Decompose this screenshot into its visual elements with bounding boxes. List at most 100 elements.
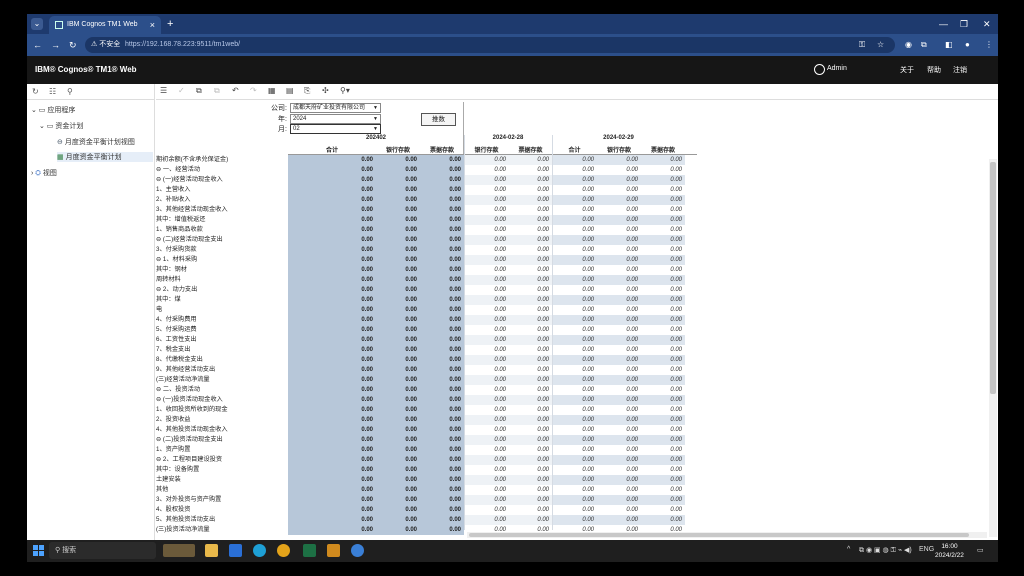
- column-header[interactable]: 合计: [288, 145, 376, 154]
- grid-cell[interactable]: 0.00: [376, 365, 420, 375]
- grid-cell[interactable]: 0.00: [464, 165, 509, 175]
- grid-cell[interactable]: 0.00: [641, 275, 685, 285]
- tab-menu-chevron-icon[interactable]: ⌄: [31, 18, 43, 30]
- grid-cell[interactable]: 0.00: [552, 505, 597, 515]
- grid-cell[interactable]: 0.00: [464, 365, 509, 375]
- grid-cell[interactable]: 0.00: [641, 425, 685, 435]
- copy-icon[interactable]: ⧉: [196, 86, 202, 96]
- grid-cell[interactable]: 0.00: [552, 335, 597, 345]
- grid-cell[interactable]: 0.00: [509, 415, 552, 425]
- grid-cell[interactable]: 0.00: [464, 315, 509, 325]
- calc-button[interactable]: 推数: [421, 113, 456, 126]
- grid-cell[interactable]: 0.00: [376, 205, 420, 215]
- grid-cell[interactable]: 0.00: [509, 225, 552, 235]
- grid-cell[interactable]: 0.00: [464, 355, 509, 365]
- row-label[interactable]: ⊖ 2、动力支出: [156, 285, 288, 295]
- grid-cell[interactable]: 0.00: [288, 495, 376, 505]
- grid-cell[interactable]: 0.00: [288, 275, 376, 285]
- grid-cell[interactable]: 0.00: [464, 235, 509, 245]
- sidebar-item-applications[interactable]: ⌄ ▭ 应用程序: [31, 105, 75, 115]
- grid-cell[interactable]: 0.00: [597, 495, 641, 505]
- grid-cell[interactable]: 0.00: [641, 235, 685, 245]
- grid-cell[interactable]: 0.00: [509, 425, 552, 435]
- grid-cell[interactable]: 0.00: [509, 405, 552, 415]
- grid-cell[interactable]: 0.00: [597, 385, 641, 395]
- maximize-icon[interactable]: ❐: [960, 16, 968, 32]
- grid-cell[interactable]: 0.00: [641, 315, 685, 325]
- grid-cell[interactable]: 0.00: [376, 185, 420, 195]
- grid-cell[interactable]: 0.00: [552, 235, 597, 245]
- file-explorer-icon[interactable]: [205, 544, 218, 557]
- row-label[interactable]: 8、代缴税金支出: [156, 355, 288, 365]
- column-header[interactable]: 票据存款: [420, 145, 464, 154]
- row-label[interactable]: (三)经营活动净流量: [156, 375, 288, 385]
- grid-cell[interactable]: 0.00: [597, 195, 641, 205]
- grid-cell[interactable]: 0.00: [420, 215, 464, 225]
- filter-icon[interactable]: ⚲: [67, 87, 73, 96]
- grid-cell[interactable]: 0.00: [420, 235, 464, 245]
- sidebar-toggle-icon[interactable]: ◧: [945, 38, 953, 52]
- paste-icon[interactable]: ⧉: [214, 86, 220, 96]
- grid-cell[interactable]: 0.00: [464, 205, 509, 215]
- row-label[interactable]: 3、付采购货款: [156, 245, 288, 255]
- minimize-icon[interactable]: —: [939, 16, 948, 32]
- grid-cell[interactable]: 0.00: [420, 375, 464, 385]
- grid-cell[interactable]: 0.00: [509, 305, 552, 315]
- grid-cell[interactable]: 0.00: [288, 455, 376, 465]
- new-tab-button[interactable]: +: [167, 16, 173, 32]
- grid-cell[interactable]: 0.00: [552, 155, 597, 165]
- grid-cell[interactable]: 0.00: [597, 205, 641, 215]
- grid-cell[interactable]: 0.00: [464, 475, 509, 485]
- grid-cell[interactable]: 0.00: [288, 255, 376, 265]
- grid-cell[interactable]: 0.00: [641, 175, 685, 185]
- grid-cell[interactable]: 0.00: [288, 155, 376, 165]
- grid-cell[interactable]: 0.00: [552, 445, 597, 455]
- grid-cell[interactable]: 0.00: [509, 475, 552, 485]
- row-label[interactable]: 5、其他投资活动支出: [156, 515, 288, 525]
- grid-cell[interactable]: 0.00: [641, 395, 685, 405]
- list-icon[interactable]: ☷: [49, 87, 56, 96]
- row-label[interactable]: ⊖ (一)投资活动现金收入: [156, 395, 288, 405]
- profile-icon[interactable]: ●: [965, 38, 970, 52]
- grid-cell[interactable]: 0.00: [641, 335, 685, 345]
- grid-cell[interactable]: 0.00: [376, 525, 420, 535]
- grid-cell[interactable]: 0.00: [376, 315, 420, 325]
- grid-cell[interactable]: 0.00: [509, 365, 552, 375]
- grid-cell[interactable]: 0.00: [509, 165, 552, 175]
- grid-cell[interactable]: 0.00: [597, 305, 641, 315]
- undo-icon[interactable]: ↶: [232, 86, 239, 95]
- horizontal-scrollbar[interactable]: [467, 532, 987, 538]
- grid-cell[interactable]: 0.00: [552, 175, 597, 185]
- grid-cell[interactable]: 0.00: [552, 345, 597, 355]
- grid-cell[interactable]: 0.00: [376, 495, 420, 505]
- grid-cell[interactable]: 0.00: [376, 465, 420, 475]
- row-label[interactable]: (三)投资活动净流量: [156, 525, 288, 535]
- grid-cell[interactable]: 0.00: [641, 255, 685, 265]
- grid-cell[interactable]: 0.00: [464, 335, 509, 345]
- grid-cell[interactable]: 0.00: [464, 265, 509, 275]
- grid-cell[interactable]: 0.00: [288, 235, 376, 245]
- grid-cell[interactable]: 0.00: [552, 415, 597, 425]
- row-label[interactable]: 4、股权投资: [156, 505, 288, 515]
- grid-cell[interactable]: 0.00: [288, 465, 376, 475]
- grid-cell[interactable]: 0.00: [597, 155, 641, 165]
- grid-cell[interactable]: 0.00: [376, 345, 420, 355]
- grid-cell[interactable]: 0.00: [641, 495, 685, 505]
- grid-cell[interactable]: 0.00: [641, 385, 685, 395]
- grid-cell[interactable]: 0.00: [641, 155, 685, 165]
- user-name[interactable]: Admin: [827, 65, 847, 72]
- grid-cell[interactable]: 0.00: [641, 325, 685, 335]
- grid-cell[interactable]: 0.00: [552, 435, 597, 445]
- grid-cell[interactable]: 0.00: [641, 405, 685, 415]
- grid-cell[interactable]: 0.00: [376, 445, 420, 455]
- puzzle-icon[interactable]: ⧉: [921, 38, 927, 52]
- row-label[interactable]: ⊖ 2、工程项目建设投资: [156, 455, 288, 465]
- grid-cell[interactable]: 0.00: [509, 155, 552, 165]
- grid-cell[interactable]: 0.00: [420, 165, 464, 175]
- row-label[interactable]: 1、销售商品收款: [156, 225, 288, 235]
- row-label[interactable]: 其他: [156, 485, 288, 495]
- grid-cell[interactable]: 0.00: [420, 285, 464, 295]
- grid-cell[interactable]: 0.00: [376, 475, 420, 485]
- grid-cell[interactable]: 0.00: [376, 395, 420, 405]
- grid-cell[interactable]: 0.00: [464, 485, 509, 495]
